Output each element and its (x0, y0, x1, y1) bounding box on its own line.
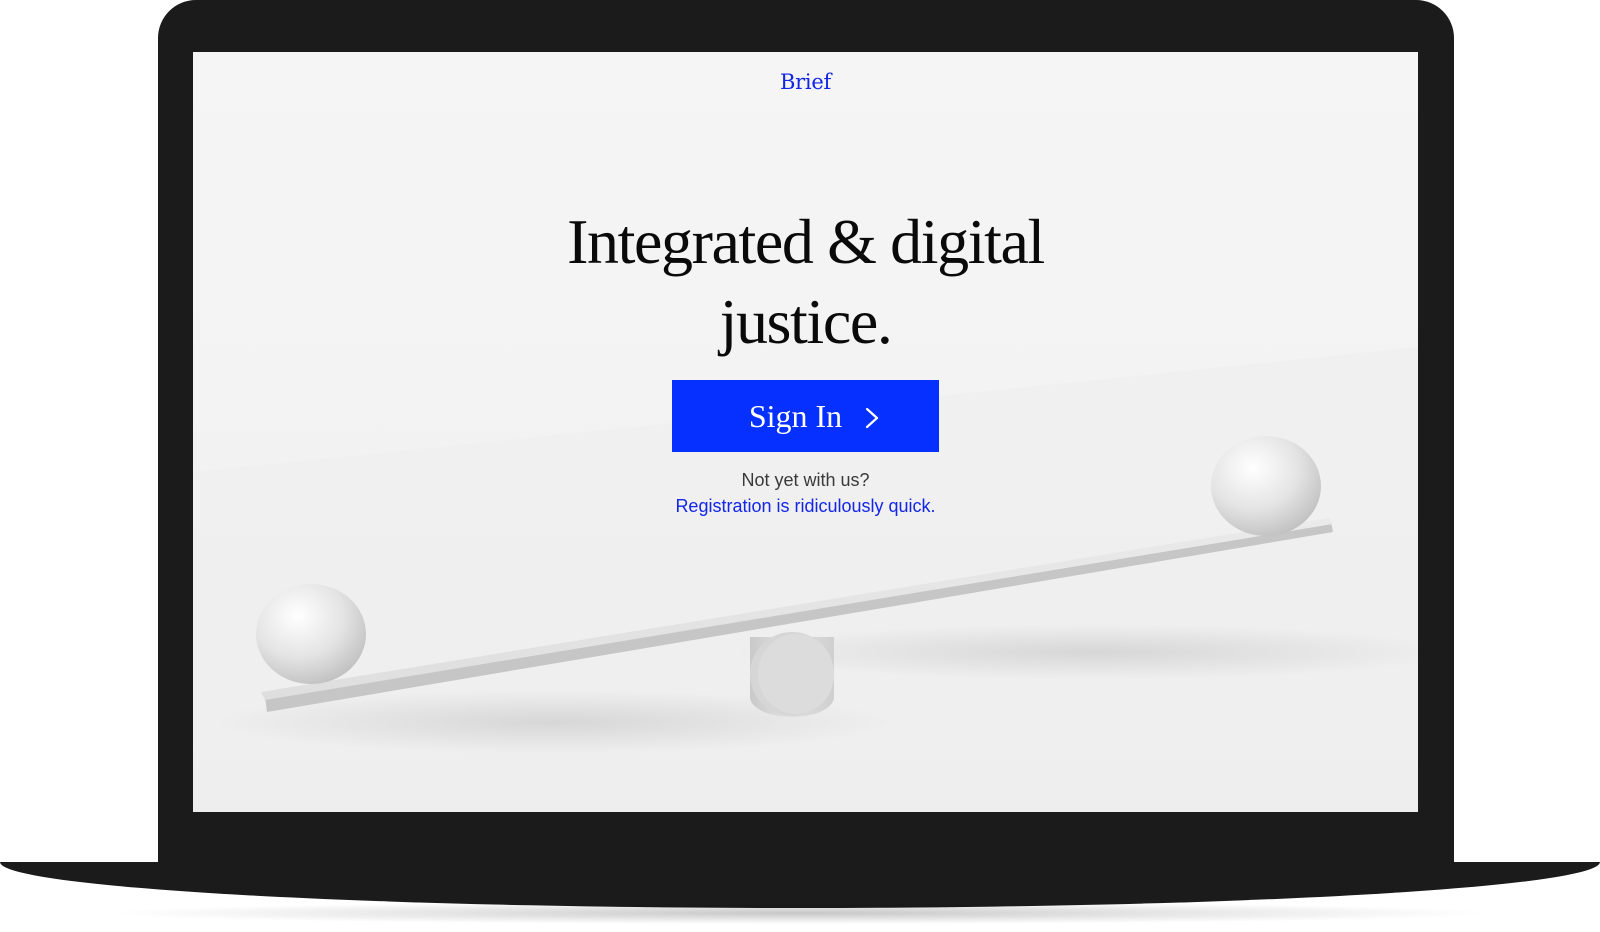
sign-in-button[interactable]: Sign In (672, 380, 939, 452)
chevron-right-icon (864, 407, 880, 429)
registration-prompt: Not yet with us? (741, 470, 870, 490)
registration-link[interactable]: Registration is ridiculously quick. (193, 496, 1418, 517)
headline-line-1: Integrated & digital (567, 206, 1045, 277)
headline-line-2: justice. (719, 286, 893, 357)
page-headline: Integrated & digital justice. (193, 202, 1418, 362)
screen: Brief Integrated & digital justice. Sign… (193, 52, 1418, 812)
laptop-shadow (120, 902, 1480, 924)
sign-in-label: Sign In (748, 397, 843, 434)
brand-logo[interactable]: Brief (193, 70, 1418, 94)
